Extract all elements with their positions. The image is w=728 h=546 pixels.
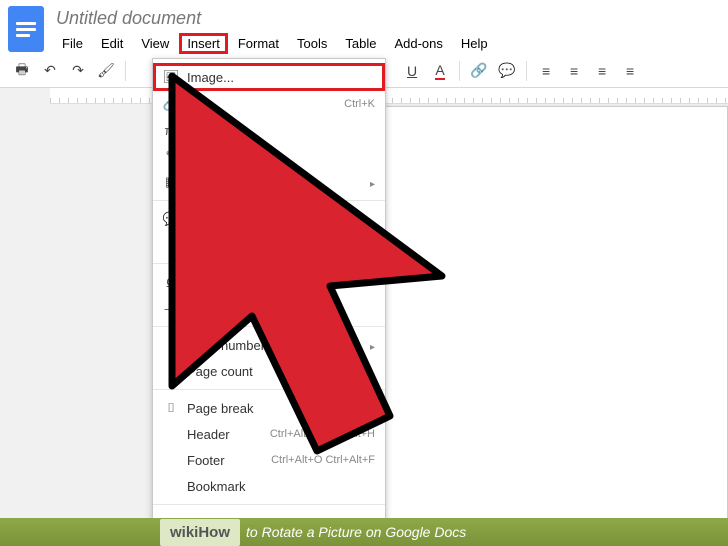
print-button[interactable]: 🖶 bbox=[10, 59, 34, 83]
menu-help[interactable]: Help bbox=[453, 33, 496, 54]
menu-item-label: Equation... bbox=[187, 123, 375, 138]
docs-logo[interactable] bbox=[8, 6, 44, 52]
insert-menu-item-bookmark[interactable]: Bookmark bbox=[153, 473, 385, 499]
menu-item-label: Link... bbox=[187, 97, 344, 112]
insert-menu-item-equation[interactable]: π² Equation... bbox=[153, 117, 385, 143]
insert-menu-item-footnote[interactable]: Footnote bbox=[153, 232, 385, 258]
paint-format-button[interactable]: 🖌 bbox=[94, 59, 118, 83]
insert-menu-item-footer[interactable]: FooterCtrl+Alt+O Ctrl+Alt+F bbox=[153, 447, 385, 473]
menu-item-shortcut: Ctrl+Enter bbox=[325, 402, 375, 414]
menu-separator bbox=[153, 504, 385, 505]
menu-item-label: Page count bbox=[187, 364, 375, 379]
watermark-bar: wikiHow to Rotate a Picture on Google Do… bbox=[0, 518, 728, 546]
underline-button[interactable]: U bbox=[400, 59, 424, 83]
menu-item-label: Image... bbox=[187, 70, 375, 85]
menu-item-label: Special characters... bbox=[187, 275, 375, 290]
insert-comment-button[interactable]: 💬 bbox=[495, 59, 519, 83]
insert-menu-item-horizontal-line[interactable]: — Horizontal line bbox=[153, 295, 385, 321]
menu-tools[interactable]: Tools bbox=[289, 33, 335, 54]
menu-format[interactable]: Format bbox=[230, 33, 287, 54]
insert-link-button[interactable]: 🔗 bbox=[467, 59, 491, 83]
document-title[interactable]: Untitled document bbox=[54, 6, 720, 33]
menu-item-label: Horizontal line bbox=[187, 301, 375, 316]
menu-item-label: Drawing... bbox=[187, 149, 375, 164]
insert-menu-item-page-count[interactable]: Page count bbox=[153, 358, 385, 384]
menu-item-shortcut: Ctrl+Alt+O Ctrl+Alt+H bbox=[270, 428, 375, 440]
comment-icon: 💬 bbox=[161, 211, 181, 227]
insert-menu-item-comment: 💬 Comment bbox=[153, 206, 385, 232]
insert-menu-item-page-break[interactable]: ⌷ Page breakCtrl+Enter bbox=[153, 395, 385, 421]
horizontal-line-icon: — bbox=[161, 301, 181, 316]
redo-button[interactable]: ↷ bbox=[66, 59, 90, 83]
chevron-right-icon bbox=[370, 338, 375, 353]
insert-menu-item-link[interactable]: 🔗 Link...Ctrl+K bbox=[153, 91, 385, 117]
equation-icon: π² bbox=[161, 123, 181, 138]
menu-item-shortcut: Ctrl+K bbox=[344, 98, 375, 110]
text-color-button[interactable]: A bbox=[428, 59, 452, 83]
menu-view[interactable]: View bbox=[133, 33, 177, 54]
menu-item-shortcut: Ctrl+Alt+O Ctrl+Alt+F bbox=[271, 454, 375, 466]
menu-item-label: Page break bbox=[187, 401, 325, 416]
special-characters-icon: Ω bbox=[161, 275, 181, 290]
watermark-brand: wikiHow bbox=[160, 519, 240, 546]
align-justify-button[interactable]: ≡ bbox=[618, 59, 642, 83]
menu-item-label: Header bbox=[187, 427, 270, 442]
menu-add-ons[interactable]: Add-ons bbox=[386, 33, 450, 54]
menu-item-label: Table bbox=[187, 175, 370, 190]
separator bbox=[125, 61, 126, 81]
align-left-button[interactable]: ≡ bbox=[534, 59, 558, 83]
insert-menu-item-page-number[interactable]: Page number bbox=[153, 332, 385, 358]
menu-separator bbox=[153, 326, 385, 327]
insert-menu-item-special-characters[interactable]: Ω Special characters... bbox=[153, 269, 385, 295]
separator bbox=[526, 61, 527, 81]
menu-separator bbox=[153, 200, 385, 201]
menu-separator bbox=[153, 389, 385, 390]
page-break-icon: ⌷ bbox=[161, 400, 181, 416]
separator bbox=[459, 61, 460, 81]
menubar: FileEditViewInsertFormatToolsTableAdd-on… bbox=[54, 33, 720, 54]
align-right-button[interactable]: ≡ bbox=[590, 59, 614, 83]
insert-menu-item-image[interactable]: 🖼 Image... bbox=[153, 63, 385, 91]
menu-item-label: Page number bbox=[187, 338, 370, 353]
link-icon: 🔗 bbox=[161, 96, 181, 112]
table-icon: ▦ bbox=[161, 174, 181, 190]
menu-item-label: Bookmark bbox=[187, 479, 375, 494]
insert-menu-item-table[interactable]: ▦ Table bbox=[153, 169, 385, 195]
menu-file[interactable]: File bbox=[54, 33, 91, 54]
insert-menu-item-header[interactable]: HeaderCtrl+Alt+O Ctrl+Alt+H bbox=[153, 421, 385, 447]
image-icon: 🖼 bbox=[161, 69, 181, 85]
menu-insert[interactable]: Insert bbox=[179, 33, 228, 54]
menu-edit[interactable]: Edit bbox=[93, 33, 131, 54]
drawing-icon: ✎ bbox=[161, 148, 181, 164]
menu-item-label: Footer bbox=[187, 453, 271, 468]
insert-menu: 🖼 Image... 🔗 Link...Ctrl+K π² Equation... ✎ Dra… bbox=[152, 58, 386, 541]
insert-menu-item-drawing[interactable]: ✎ Drawing... bbox=[153, 143, 385, 169]
align-center-button[interactable]: ≡ bbox=[562, 59, 586, 83]
undo-button[interactable]: ↶ bbox=[38, 59, 62, 83]
chevron-right-icon bbox=[370, 175, 375, 190]
menu-table[interactable]: Table bbox=[337, 33, 384, 54]
menu-item-label: Comment bbox=[187, 212, 375, 227]
menu-item-label: Footnote bbox=[187, 238, 375, 253]
watermark-text: to Rotate a Picture on Google Docs bbox=[246, 524, 466, 540]
menu-separator bbox=[153, 263, 385, 264]
